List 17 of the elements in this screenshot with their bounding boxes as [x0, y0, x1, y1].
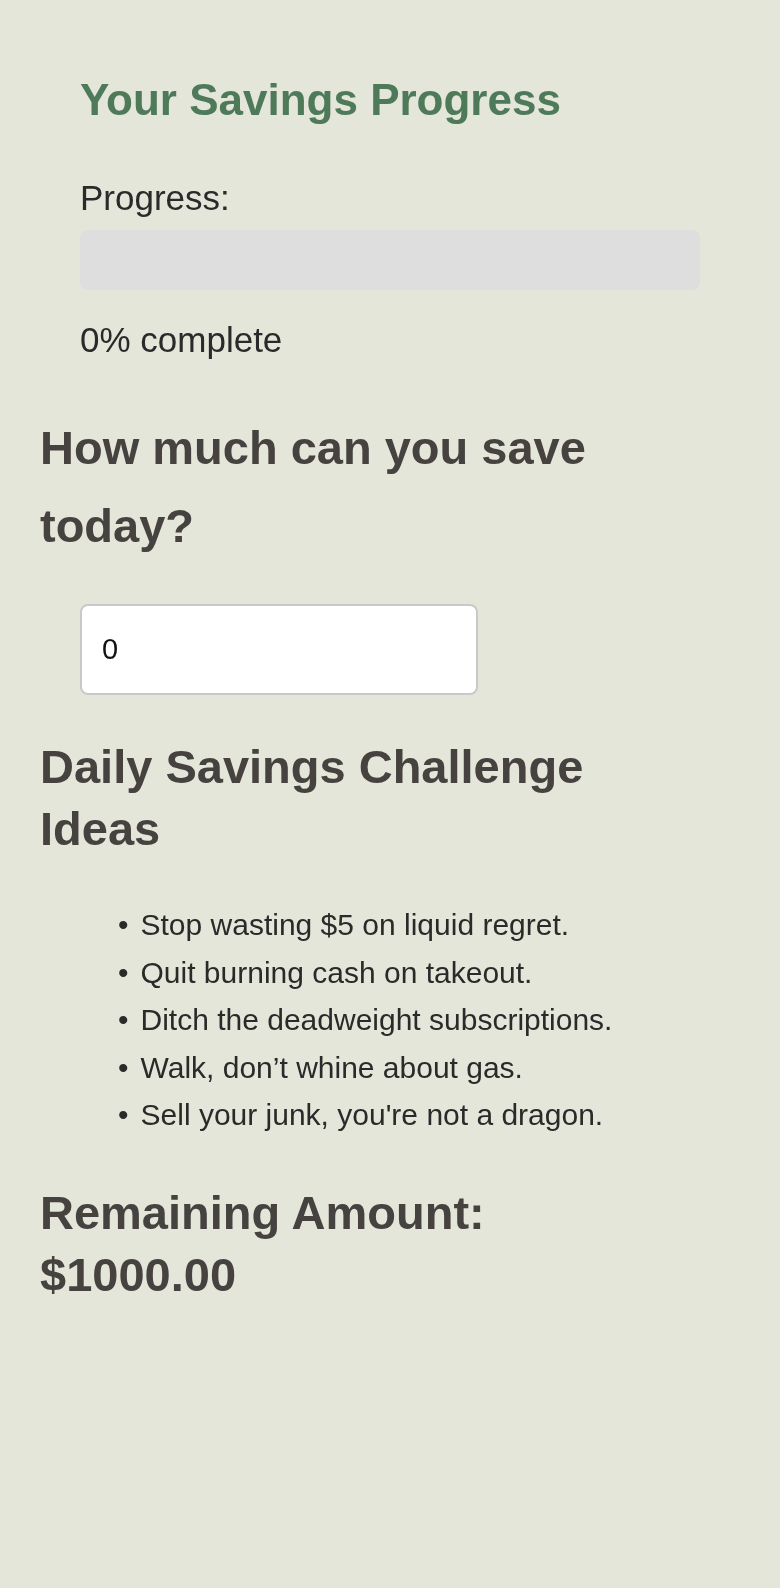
bullet-mark: •	[118, 954, 129, 991]
remaining-amount: Remaining Amount: $1000.00	[40, 1184, 486, 1303]
progress-label: Progress:	[80, 177, 230, 219]
progress-status: 0% complete	[80, 319, 283, 361]
section-heading: How much can you save today?	[40, 420, 587, 554]
amount-input[interactable]: 0	[80, 604, 478, 695]
idea-item: Stop wasting $5 on liquid regret.	[140, 907, 570, 943]
bullet-mark: •	[118, 907, 129, 943]
idea-item: Quit burning cash on takeout.	[140, 954, 533, 991]
bullet-mark: •	[118, 1049, 129, 1086]
bullet-mark: •	[118, 1097, 129, 1133]
idea-item: Sell your junk, you're not a dragon.	[140, 1097, 604, 1133]
idea-item: Walk, don’t whine about gas.	[140, 1049, 523, 1086]
section-heading: Daily Savings Challenge Ideas	[40, 739, 585, 857]
bullet-mark: •	[118, 1002, 129, 1038]
page-title: Your Savings Progress	[80, 74, 561, 126]
idea-item: Ditch the deadweight subscriptions.	[140, 1002, 613, 1038]
